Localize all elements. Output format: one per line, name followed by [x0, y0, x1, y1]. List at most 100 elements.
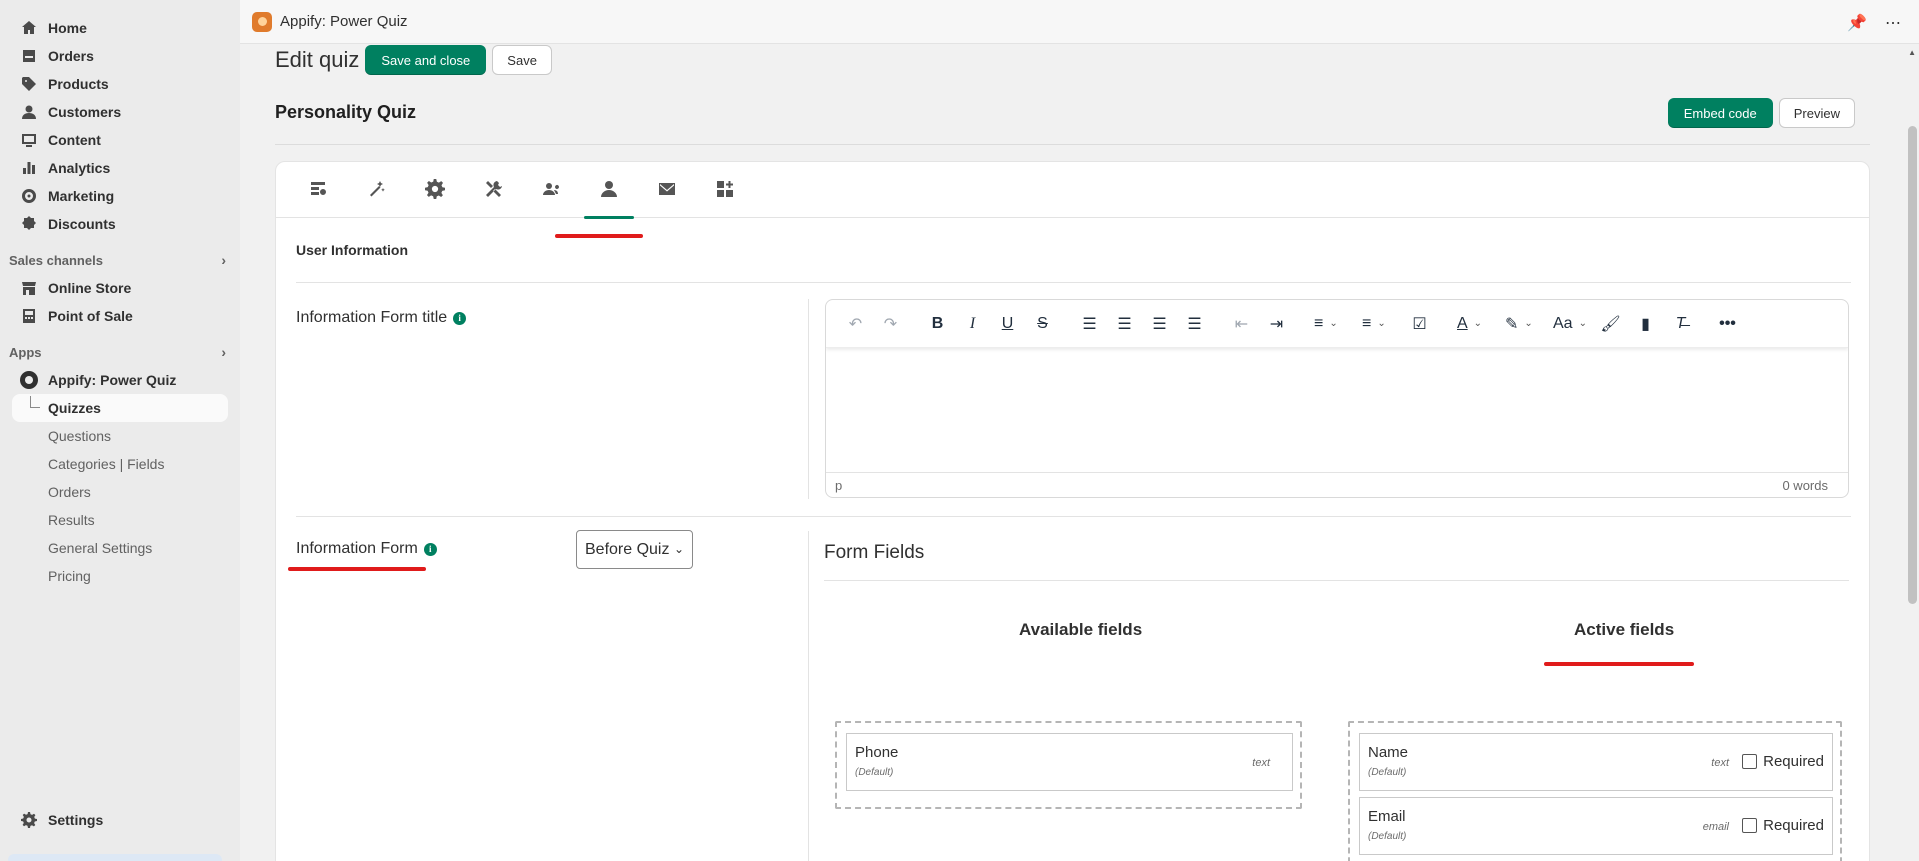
app-logo-icon — [20, 371, 38, 389]
align-right-icon[interactable]: ☰ — [1142, 309, 1177, 339]
required-checkbox[interactable]: Required — [1742, 817, 1824, 834]
underline-icon[interactable]: U — [990, 309, 1025, 339]
highlight-color-icon[interactable]: ✎ ⌄ — [1497, 309, 1545, 339]
target-icon — [20, 187, 38, 205]
bullet-list-icon[interactable]: ≡ ⌄ — [1354, 309, 1402, 339]
undo-icon[interactable]: ↶ — [838, 309, 873, 339]
orders-icon — [20, 47, 38, 65]
information-form-label: Information Form i — [296, 540, 437, 558]
save-and-close-button[interactable]: Save and close — [365, 45, 487, 75]
sales-channels-header[interactable]: Sales channels › — [0, 246, 240, 274]
nav-customers[interactable]: Customers — [0, 98, 240, 126]
divider — [808, 299, 809, 499]
clear-formatting-icon[interactable]: T̶ — [1663, 309, 1698, 339]
tab-settings[interactable] — [406, 162, 464, 218]
strikethrough-icon[interactable]: S — [1025, 309, 1060, 339]
pin-icon[interactable]: 📌 — [1847, 13, 1867, 33]
tab-layout-settings[interactable] — [290, 162, 348, 218]
nav-general-settings[interactable]: General Settings — [0, 534, 240, 562]
nav-home[interactable]: Home — [0, 14, 240, 42]
font-size-icon[interactable]: Aa ⌄ — [1545, 309, 1593, 339]
quiz-editor-card: User Information Information Form title … — [275, 161, 1870, 861]
nav-app-orders[interactable]: Orders — [0, 478, 240, 506]
nav-orders[interactable]: Orders — [0, 42, 240, 70]
nav-marketing[interactable]: Marketing — [0, 182, 240, 210]
checkbox[interactable] — [1742, 754, 1758, 769]
bold-icon[interactable]: B — [920, 309, 955, 339]
tab-email[interactable] — [638, 162, 696, 218]
italic-icon[interactable]: I — [955, 309, 990, 339]
nav-point-of-sale[interactable]: Point of Sale — [0, 302, 240, 330]
save-button[interactable]: Save — [492, 45, 552, 75]
numbered-list-icon[interactable]: ≡ ⌄ — [1306, 309, 1354, 339]
form-position-select[interactable]: Before Quiz ⌄ — [576, 530, 693, 569]
nav-settings[interactable]: Settings — [0, 806, 240, 834]
sidebar-bottom-banner — [8, 854, 222, 861]
tab-users[interactable] — [522, 162, 580, 218]
text-color-icon[interactable]: A ⌄ — [1449, 309, 1497, 339]
nav-quizzes[interactable]: Quizzes — [12, 394, 228, 422]
required-checkbox[interactable]: Required — [1742, 753, 1824, 770]
nav-results[interactable]: Results — [0, 506, 240, 534]
checkbox[interactable] — [1742, 818, 1758, 833]
active-fields-dropzone[interactable]: Name (Default) text Required Email (Defa… — [1348, 721, 1842, 861]
nav-questions[interactable]: Questions — [0, 422, 240, 450]
annotation-underline — [555, 234, 643, 238]
form-fields-title: Form Fields — [824, 542, 925, 563]
tab-tools[interactable] — [464, 162, 522, 218]
scrollbar[interactable] — [1905, 44, 1919, 861]
element-path: p — [835, 477, 843, 493]
more-icon[interactable]: ⋯ — [1885, 13, 1901, 33]
nav-discounts[interactable]: Discounts — [0, 210, 240, 238]
more-icon[interactable]: ••• — [1710, 309, 1745, 339]
scrollbar-thumb[interactable] — [1908, 126, 1917, 604]
information-form-title-label: Information Form title i — [296, 309, 467, 327]
user-icon — [599, 179, 619, 202]
gear-icon — [20, 811, 38, 829]
section-title: User Information — [296, 242, 409, 258]
magic-wand-icon — [367, 179, 387, 202]
nav-pricing[interactable]: Pricing — [0, 562, 240, 590]
editor-content[interactable] — [826, 348, 1848, 472]
redo-icon[interactable]: ↷ — [873, 309, 908, 339]
add-blocks-icon — [715, 179, 735, 202]
tab-user-information[interactable] — [580, 162, 638, 219]
indent-icon[interactable]: ⇥ — [1259, 309, 1294, 339]
align-left-icon[interactable]: ☰ — [1072, 309, 1107, 339]
quiz-name: Personality Quiz — [275, 102, 417, 122]
divider — [824, 580, 1849, 581]
info-icon[interactable]: i — [423, 542, 437, 556]
nav-app-power-quiz[interactable]: Appify: Power Quiz — [0, 366, 240, 394]
field-email[interactable]: Email (Default) email Required — [1359, 797, 1833, 855]
checklist-icon[interactable]: ☑ — [1402, 309, 1437, 339]
nav-online-store[interactable]: Online Store — [0, 274, 240, 302]
field-name[interactable]: Name (Default) text Required — [1359, 733, 1833, 791]
editor-toolbar: ↶ ↷ B I U S ☰ ☰ ☰ ☰ ⇤ ⇥ ≡ ⌄ ≡ ⌄ ☑ A ⌄ ✎ … — [826, 300, 1848, 348]
chevron-right-icon: › — [221, 252, 226, 268]
nav-content[interactable]: Content — [0, 126, 240, 154]
available-fields-dropzone[interactable]: Phone (Default) text — [835, 721, 1302, 809]
nav-products[interactable]: Products — [0, 70, 240, 98]
outdent-icon[interactable]: ⇤ — [1224, 309, 1259, 339]
tab-magic[interactable] — [348, 162, 406, 218]
tab-add-blocks[interactable] — [696, 162, 754, 218]
tag-icon — [20, 75, 38, 93]
align-center-icon[interactable]: ☰ — [1107, 309, 1142, 339]
app-title: Appify: Power Quiz — [280, 13, 408, 30]
chart-icon — [20, 159, 38, 177]
word-count: 0 words — [1782, 477, 1828, 493]
preview-button[interactable]: Preview — [1778, 98, 1855, 128]
settings-tabs — [276, 162, 1869, 219]
annotation-underline — [288, 567, 426, 571]
align-justify-icon[interactable]: ☰ — [1177, 309, 1212, 339]
embed-code-button[interactable]: Embed code — [1667, 98, 1773, 128]
field-phone[interactable]: Phone (Default) text — [846, 733, 1293, 791]
nav-categories-fields[interactable]: Categories | Fields — [0, 450, 240, 478]
format-painter-icon[interactable]: ▮ — [1628, 309, 1663, 339]
nav-analytics[interactable]: Analytics — [0, 154, 240, 182]
info-icon[interactable]: i — [453, 311, 467, 325]
scroll-up-arrow[interactable]: ▲ — [1908, 48, 1916, 57]
app-logo-icon — [252, 11, 272, 32]
apps-header[interactable]: Apps › — [0, 338, 240, 366]
brush-icon[interactable]: 🖌 — [1593, 309, 1628, 339]
